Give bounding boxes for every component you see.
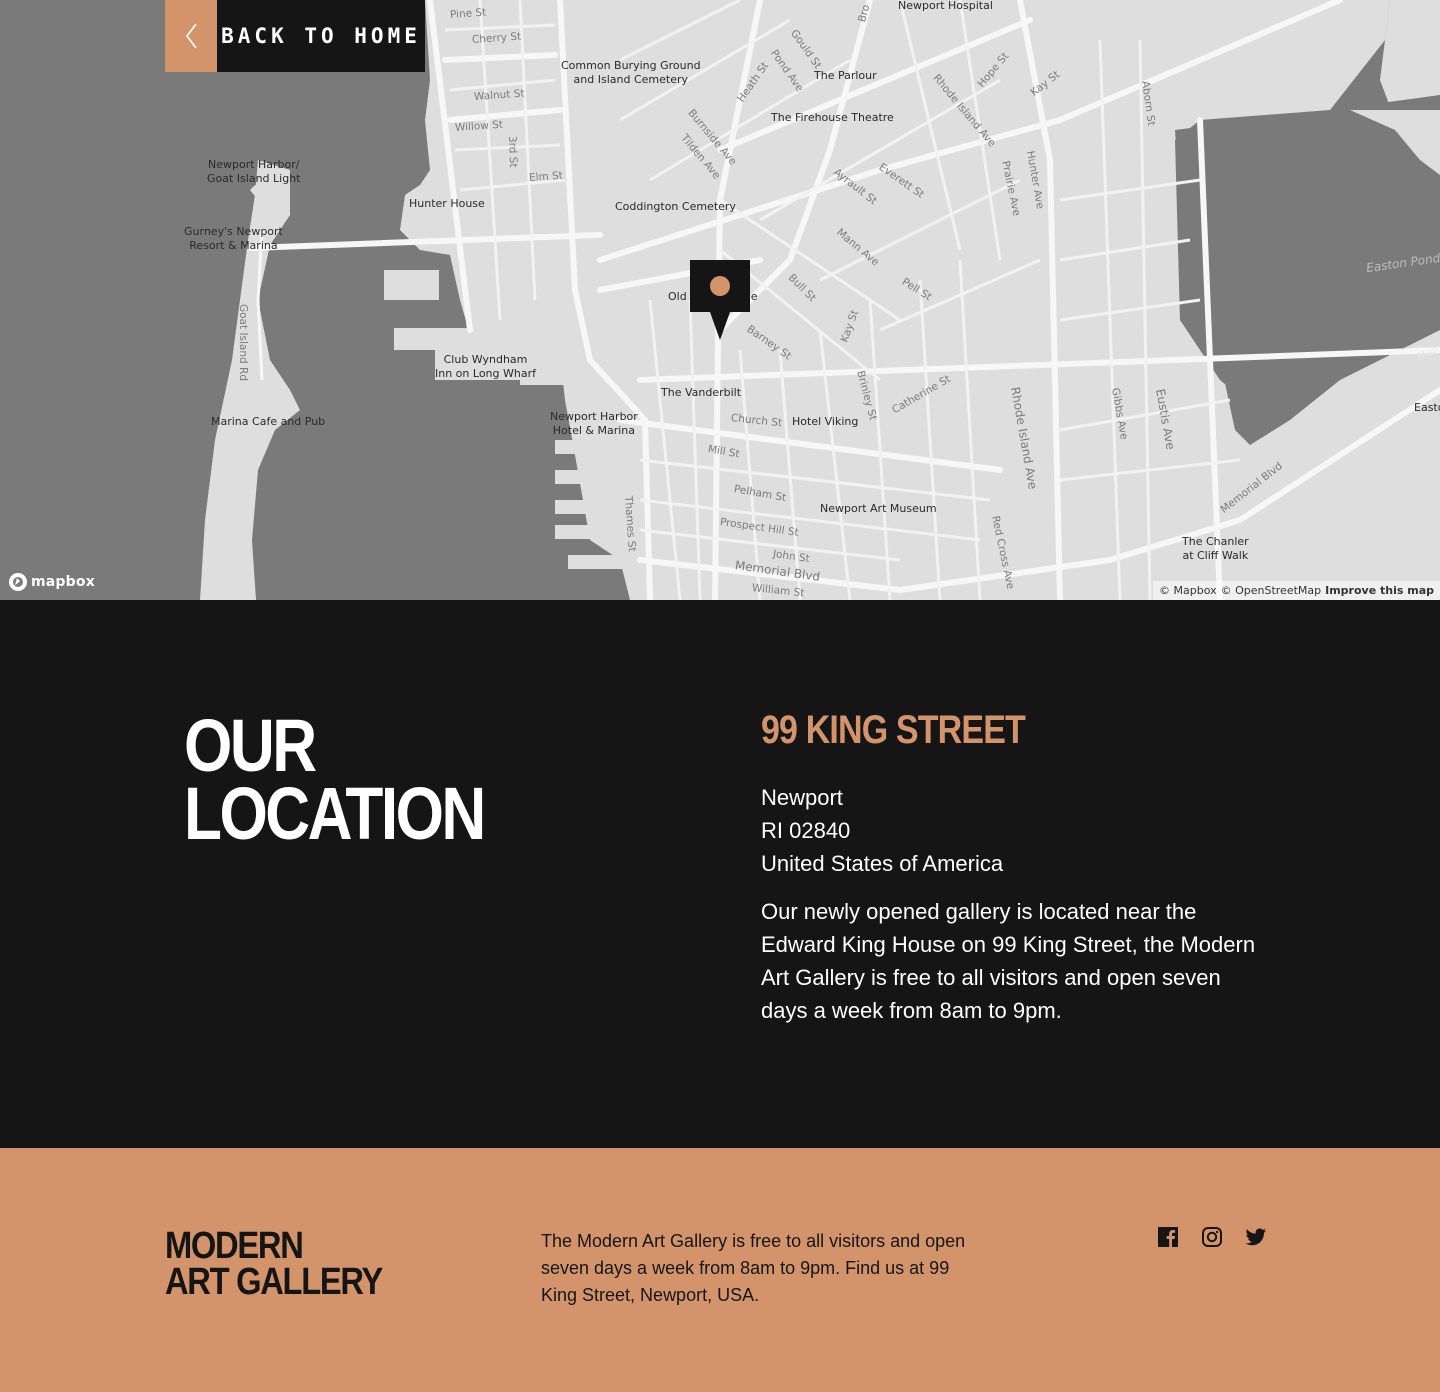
street-label: Pine St	[449, 6, 487, 21]
street-label: Goat Island Rd	[237, 304, 249, 381]
address-country: United States of America	[761, 851, 1004, 876]
place-goat-island-light: Newport Harbor/ Goat Island Light	[207, 158, 301, 185]
footer-logo[interactable]: MODERN ART GALLERY	[165, 1225, 383, 1303]
footer-logo-line1: MODERN	[165, 1225, 304, 1267]
chevron-left-icon	[165, 0, 217, 72]
mapbox-attribution-link[interactable]: © Mapbox	[1159, 581, 1217, 600]
place-easton-beach: Easto	[1414, 401, 1440, 414]
place-hotel-viking: Hotel Viking	[792, 415, 859, 428]
place-coddington-cemetery: Coddington Cemetery	[615, 200, 736, 213]
facebook-icon[interactable]	[1157, 1226, 1179, 1248]
place-newport-hospital: Newport Hospital	[898, 0, 993, 12]
street-label: Elm St	[528, 169, 564, 184]
footer-logo-line2: ART GALLERY	[165, 1261, 383, 1303]
gallery-location-pin[interactable]	[690, 260, 750, 340]
footer: MODERN ART GALLERY The Modern Art Galler…	[0, 1148, 1440, 1392]
place-newport-harbor-hotel: Newport Harbor Hotel & Marina	[550, 410, 638, 437]
place-the-chanler: The Chanler at Cliff Walk	[1182, 535, 1249, 562]
social-links	[1157, 1226, 1267, 1248]
location-section: OUR LOCATION 99 KING STREET Newport RI 0…	[0, 600, 1440, 1148]
location-heading-line2: LOCATION	[184, 772, 486, 855]
place-newport-art-museum: Newport Art Museum	[820, 502, 937, 515]
twitter-icon[interactable]	[1245, 1226, 1267, 1248]
location-heading: OUR LOCATION	[184, 704, 486, 855]
street-label: 3rd St	[506, 135, 520, 168]
osm-attribution-link[interactable]: © OpenStreetMap	[1221, 581, 1322, 600]
place-firehouse-theatre: The Firehouse Theatre	[771, 111, 894, 124]
mapbox-logo[interactable]: mapbox	[8, 572, 95, 592]
mapbox-logo-text: mapbox	[31, 574, 95, 590]
back-to-home-button[interactable]: BACK TO HOME	[165, 0, 425, 72]
address-title: 99 KING STREET	[761, 708, 1026, 752]
instagram-icon[interactable]	[1201, 1226, 1223, 1248]
address-state-zip: RI 02840	[761, 818, 851, 843]
location-heading-line1: OUR	[184, 704, 317, 787]
place-common-burying-ground: Common Burying Ground and Island Cemeter…	[561, 59, 701, 86]
place-gurneys-resort: Gurney's Newport Resort & Marina	[184, 225, 283, 252]
place-marina-cafe: Marina Cafe and Pub	[211, 415, 326, 428]
mapbox-icon	[9, 573, 27, 591]
place-hunter-house: Hunter House	[409, 197, 485, 210]
place-the-parlour: The Parlour	[814, 69, 877, 82]
address-block: Newport RI 02840 United States of Americ…	[761, 781, 1003, 880]
map-attribution: © Mapbox © OpenStreetMap Improve this ma…	[1153, 581, 1440, 600]
improve-map-link[interactable]: Improve this map	[1325, 581, 1434, 600]
address-city: Newport	[761, 785, 843, 810]
back-to-home-label: BACK TO HOME	[217, 0, 425, 72]
footer-description: The Modern Art Gallery is free to all vi…	[541, 1231, 966, 1305]
location-description: Our newly opened gallery is located near…	[761, 899, 1256, 1023]
place-club-wyndham: Club Wyndham Inn on Long Wharf	[435, 353, 536, 380]
location-map[interactable]: Newport Hospital Common Burying Ground a…	[0, 0, 1440, 600]
place-the-vanderbilt: The Vanderbilt	[661, 386, 742, 399]
